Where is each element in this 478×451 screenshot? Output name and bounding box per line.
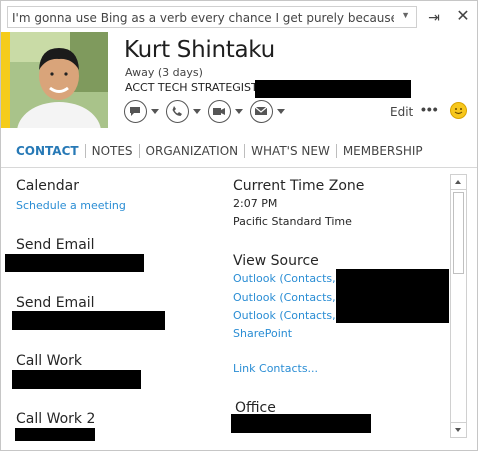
video-button[interactable] xyxy=(208,100,246,124)
pin-icon[interactable]: ⇥ xyxy=(423,7,445,27)
redacted-block xyxy=(255,80,411,98)
smiley-icon[interactable] xyxy=(450,102,467,119)
tab-membership[interactable]: MEMBERSHIP xyxy=(335,144,429,158)
contact-name: Kurt Shintaku xyxy=(124,37,275,63)
send-email-label-2: Send Email xyxy=(16,295,95,311)
redacted-sources xyxy=(336,269,449,323)
scroll-up-icon[interactable] xyxy=(451,175,466,190)
timezone-label: Current Time Zone xyxy=(233,178,365,194)
chevron-down-icon[interactable]: ▼ xyxy=(401,10,410,20)
source-link[interactable]: Outlook (Contacts, xyxy=(233,309,336,322)
redacted-email[interactable] xyxy=(5,254,144,272)
calendar-label: Calendar xyxy=(16,178,79,194)
source-link[interactable]: Outlook (Contacts, xyxy=(233,272,336,285)
divider xyxy=(1,167,477,168)
phone-button[interactable] xyxy=(166,100,204,124)
timezone-name: Pacific Standard Time xyxy=(233,215,352,228)
link-contacts-link[interactable]: Link Contacts... xyxy=(233,362,318,375)
redacted-phone-2[interactable] xyxy=(15,428,95,441)
tab-organization[interactable]: ORGANIZATION xyxy=(138,144,245,158)
vertical-scrollbar[interactable] xyxy=(450,174,467,438)
redacted-phone[interactable] xyxy=(12,370,141,389)
local-time: 2:07 PM xyxy=(233,197,278,210)
source-link-sharepoint[interactable]: SharePoint xyxy=(233,327,292,340)
scroll-thumb[interactable] xyxy=(453,192,464,274)
tab-whats-new[interactable]: WHAT'S NEW xyxy=(244,144,336,158)
view-source-label: View Source xyxy=(233,253,319,269)
redacted-email-2[interactable] xyxy=(12,311,165,330)
contact-card-window: I'm gonna use Bing as a verb every chanc… xyxy=(0,0,478,451)
tab-contact[interactable]: CONTACT xyxy=(16,144,85,158)
call-work-label: Call Work xyxy=(16,353,83,369)
presence-indicator xyxy=(1,32,10,128)
video-icon xyxy=(208,100,231,123)
status-note-box[interactable]: I'm gonna use Bing as a verb every chanc… xyxy=(7,6,417,28)
chevron-down-icon[interactable] xyxy=(277,109,285,114)
im-button[interactable] xyxy=(124,100,162,124)
im-icon xyxy=(124,100,147,123)
tab-notes[interactable]: NOTES xyxy=(84,144,139,158)
presence-status: Away (3 days) xyxy=(125,66,203,79)
close-icon[interactable]: ✕ xyxy=(452,7,474,27)
schedule-meeting-link[interactable]: Schedule a meeting xyxy=(16,199,126,212)
email-button[interactable] xyxy=(250,100,288,124)
edit-button[interactable]: Edit xyxy=(390,105,413,119)
chevron-down-icon[interactable] xyxy=(193,109,201,114)
scroll-down-icon[interactable] xyxy=(451,422,466,437)
email-icon xyxy=(250,100,273,123)
call-work-2-label: Call Work 2 xyxy=(16,411,96,427)
redacted-office xyxy=(231,414,371,433)
more-options-icon[interactable]: ••• xyxy=(421,101,439,117)
chevron-down-icon[interactable] xyxy=(235,109,243,114)
job-title: ACCT TECH STRATEGIST xyxy=(125,81,258,94)
phone-icon xyxy=(166,100,189,123)
status-note-text: I'm gonna use Bing as a verb every chanc… xyxy=(12,11,394,25)
source-link[interactable]: Outlook (Contacts, xyxy=(233,291,336,304)
tab-bar: CONTACT NOTES ORGANIZATION WHAT'S NEW MEMBER… xyxy=(16,144,429,160)
send-email-label: Send Email xyxy=(16,237,95,253)
avatar xyxy=(10,32,108,128)
chevron-down-icon[interactable] xyxy=(151,109,159,114)
